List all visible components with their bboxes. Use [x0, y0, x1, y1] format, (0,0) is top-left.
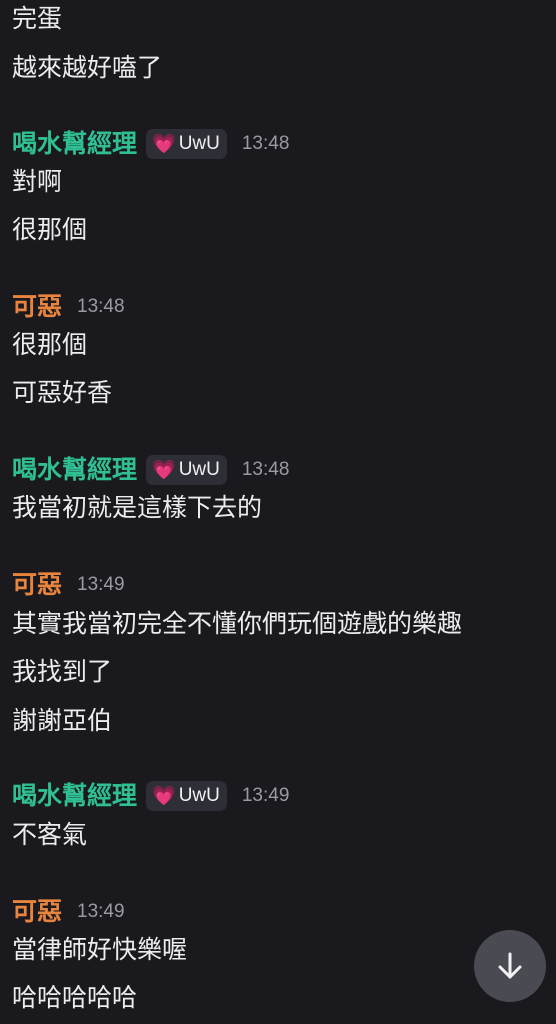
message-header: 可惡 13:49	[12, 895, 125, 929]
message-header: 喝水幫經理 💗 UwU 13:49	[12, 779, 289, 813]
role-tag-label: UwU	[178, 785, 220, 806]
message-header: 可惡 13:48	[12, 290, 125, 324]
message-timestamp: 13:49	[77, 574, 125, 595]
author-name[interactable]: 可惡	[12, 895, 62, 929]
message-header: 喝水幫經理 💗 UwU 13:48	[12, 453, 289, 487]
author-name[interactable]: 喝水幫經理	[12, 127, 137, 161]
message-text: 其實我當初完全不懂你們玩個遊戲的樂趣	[12, 609, 463, 638]
message-text: 謝謝亞伯	[12, 706, 113, 735]
message-timestamp: 13:48	[77, 296, 125, 317]
message-text: 完蛋	[12, 4, 63, 33]
role-tag[interactable]: 💗 UwU	[146, 455, 227, 485]
role-tag-label: UwU	[178, 133, 220, 154]
pink-heart-icon: 💗	[152, 133, 176, 155]
message-text: 我當初就是這樣下去的	[12, 493, 263, 522]
message-text: 哈哈哈哈哈	[12, 983, 138, 1012]
author-name[interactable]: 喝水幫經理	[12, 453, 137, 487]
message-text: 可惡好香	[12, 378, 113, 407]
arrow-down-icon	[498, 952, 522, 979]
message-text: 對啊	[12, 167, 63, 196]
message-text: 越來越好嗑了	[12, 53, 163, 82]
role-tag-label: UwU	[178, 459, 220, 480]
author-name[interactable]: 可惡	[12, 290, 62, 324]
message-text: 很那個	[12, 330, 88, 359]
message-timestamp: 13:48	[241, 133, 290, 154]
author-name[interactable]: 可惡	[12, 568, 62, 602]
role-tag[interactable]: 💗 UwU	[146, 781, 227, 811]
pink-heart-icon: 💗	[152, 785, 176, 807]
message-header: 喝水幫經理 💗 UwU 13:48	[12, 127, 289, 161]
message-text: 我找到了	[12, 657, 113, 686]
message-header: 可惡 13:49	[12, 568, 125, 602]
role-tag[interactable]: 💗 UwU	[146, 129, 227, 159]
message-timestamp: 13:49	[77, 901, 125, 922]
message-text: 很那個	[12, 215, 88, 244]
chat-message-list: 完蛋 越來越好嗑了 喝水幫經理 💗 UwU 13:48 對啊 很那個 可惡 13…	[0, 0, 556, 1024]
message-text: 不客氣	[12, 820, 88, 849]
scroll-to-bottom-button[interactable]	[474, 930, 546, 1002]
message-text: 當律師好快樂喔	[12, 935, 188, 964]
message-timestamp: 13:49	[241, 785, 290, 806]
author-name[interactable]: 喝水幫經理	[12, 779, 137, 813]
message-timestamp: 13:48	[241, 459, 290, 480]
pink-heart-icon: 💗	[152, 459, 176, 481]
